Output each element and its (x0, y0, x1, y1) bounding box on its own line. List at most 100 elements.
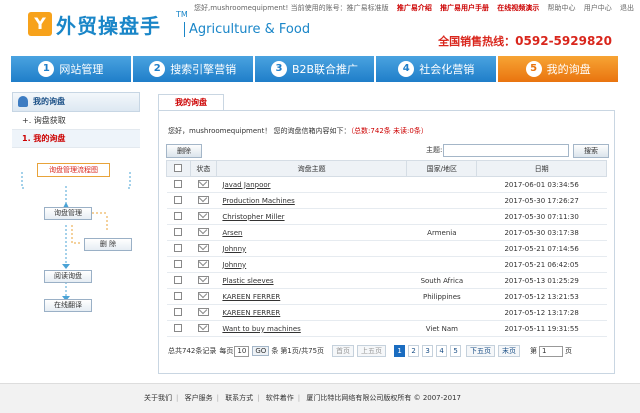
country-cell (406, 208, 477, 225)
page-number-5[interactable]: 5 (450, 345, 462, 357)
status-cell (190, 304, 217, 321)
subject-cell[interactable]: Christopher Miller (216, 208, 407, 225)
inquiry-table: 状态 询盘主题 国家/地区 日期 Javad Janpoor 2017-06-0… (166, 160, 607, 337)
next-five-button[interactable]: 下五页 (466, 345, 496, 357)
checkbox-icon (174, 195, 183, 204)
sidebar: 我的询盘 +. 询盘获取 1. 我的询盘 (12, 92, 140, 148)
select-all-checkbox[interactable] (166, 160, 191, 177)
subject-link[interactable]: Arsen (222, 229, 242, 237)
subject-cell[interactable]: Arsen (216, 224, 407, 241)
prev-five-button[interactable]: 上五页 (357, 345, 387, 357)
row-checkbox[interactable] (166, 288, 191, 305)
page-number-3[interactable]: 3 (422, 345, 434, 357)
nav-step-number: 1 (38, 61, 55, 77)
nav-search-marketing[interactable]: 2 搜索引擎营销 (132, 56, 255, 82)
row-checkbox[interactable] (166, 272, 191, 289)
row-checkbox[interactable] (166, 256, 191, 273)
trademark: TM (176, 10, 188, 19)
checkbox-icon (174, 275, 183, 284)
user-icon (18, 96, 28, 107)
link-manual[interactable]: 推广易用户手册 (440, 4, 489, 12)
status-cell (190, 208, 217, 225)
link-intro[interactable]: 推广易介绍 (397, 4, 432, 12)
row-checkbox[interactable] (166, 176, 191, 193)
nav-b2b-promotion[interactable]: 3 B2B联合推广 (254, 56, 377, 82)
row-checkbox[interactable] (166, 304, 191, 321)
link-user-center[interactable]: 用户中心 (584, 4, 612, 12)
sidebar-item-get-inquiries[interactable]: +. 询盘获取 (12, 112, 140, 130)
per-page-input[interactable]: 10 (234, 345, 250, 357)
subject-cell[interactable]: Javad Janpoor (216, 176, 407, 193)
keyword-label: 主题: (426, 146, 443, 154)
table-row: Plastic sleeves South Africa 2017-05-13 … (166, 272, 607, 289)
nav-step-number: 4 (398, 61, 415, 77)
link-logout[interactable]: 退出 (620, 4, 634, 12)
checkbox-icon (174, 211, 183, 220)
date-cell: 2017-05-12 13:17:28 (476, 304, 607, 321)
subject-link[interactable]: KAREEN FERRER (222, 309, 280, 317)
per-page-label: 每页 (219, 347, 234, 355)
flow-step-manage: 询盘管理 (44, 207, 92, 220)
nav-social-marketing[interactable]: 4 社会化营销 (376, 56, 499, 82)
footer-link-service[interactable]: 客户服务 (185, 394, 213, 402)
link-help[interactable]: 帮助中心 (548, 4, 576, 12)
table-row: Arsen Armenia 2017-05-30 03:17:38 (166, 224, 607, 241)
subject-cell[interactable]: Johnny (216, 240, 407, 257)
date-cell: 2017-05-11 19:31:55 (476, 320, 607, 337)
last-page-button[interactable]: 末页 (498, 345, 521, 357)
subject-cell[interactable]: KAREEN FERRER (216, 288, 407, 305)
status-cell (190, 240, 217, 257)
keyword-input[interactable] (443, 144, 569, 157)
tab-my-inquiries[interactable]: 我的询盘 (158, 94, 224, 111)
page-select[interactable]: 1 (539, 345, 564, 357)
per-page-unit: 条 (271, 347, 279, 355)
brand-subtitle: Agriculture & Food (184, 22, 310, 37)
subject-cell[interactable]: Production Machines (216, 192, 407, 209)
delete-button[interactable]: 删除 (166, 144, 202, 158)
hotline: 全国销售热线：0592-5929820 (438, 33, 612, 49)
row-checkbox[interactable] (166, 192, 191, 209)
sidebar-title: 我的询盘 (33, 97, 65, 106)
footer-link-copyright-works[interactable]: 软件着作 (266, 394, 294, 402)
subject-link[interactable]: Want to buy machines (222, 325, 300, 333)
nav-site-management[interactable]: 1 网站管理 (11, 56, 133, 82)
checkbox-icon (174, 163, 183, 172)
table-row: Javad Janpoor 2017-06-01 03:34:56 (166, 176, 607, 193)
subject-link[interactable]: Production Machines (222, 197, 294, 205)
subject-link[interactable]: Christopher Miller (222, 213, 284, 221)
table-header-row: 状态 询盘主题 国家/地区 日期 (166, 160, 607, 177)
subject-link[interactable]: KAREEN FERRER (222, 293, 280, 301)
envelope-icon (197, 323, 209, 332)
subject-link[interactable]: Johnny (222, 245, 246, 253)
subject-link[interactable]: Javad Janpoor (222, 181, 270, 189)
row-checkbox[interactable] (166, 240, 191, 257)
envelope-icon (197, 243, 209, 252)
date-cell: 2017-06-01 03:34:56 (476, 176, 607, 193)
subject-cell[interactable]: KAREEN FERRER (216, 304, 407, 321)
checkbox-icon (174, 307, 183, 316)
go-button[interactable]: GO (252, 346, 270, 356)
footer-link-contact[interactable]: 联系方式 (225, 394, 253, 402)
subject-cell[interactable]: Plastic sleeves (216, 272, 407, 289)
account-greeting: 您好,mushroomequipment! 当前使用的账号：推广易标准版 (194, 4, 389, 12)
subject-link[interactable]: Plastic sleeves (222, 277, 273, 285)
subject-cell[interactable]: Want to buy machines (216, 320, 407, 337)
subject-link[interactable]: Johnny (222, 261, 246, 269)
page-number-1[interactable]: 1 (394, 345, 406, 357)
link-video[interactable]: 在线视频演示 (497, 4, 539, 12)
status-cell (190, 272, 217, 289)
row-checkbox[interactable] (166, 320, 191, 337)
nav-my-inquiries[interactable]: 5 我的询盘 (498, 56, 620, 82)
row-checkbox[interactable] (166, 208, 191, 225)
row-checkbox[interactable] (166, 224, 191, 241)
sidebar-item-my-inquiries[interactable]: 1. 我的询盘 (12, 130, 140, 148)
flow-step-translate: 在线翻译 (44, 299, 92, 312)
search-button[interactable]: 搜索 (573, 144, 609, 158)
subject-cell[interactable]: Johnny (216, 256, 407, 273)
first-page-button[interactable]: 首页 (332, 345, 355, 357)
envelope-icon (197, 275, 209, 284)
flowchart-title: 询盘管理流程图 (37, 163, 110, 177)
page-number-4[interactable]: 4 (436, 345, 448, 357)
page-number-2[interactable]: 2 (408, 345, 420, 357)
footer-link-about[interactable]: 关于我们 (144, 394, 172, 402)
